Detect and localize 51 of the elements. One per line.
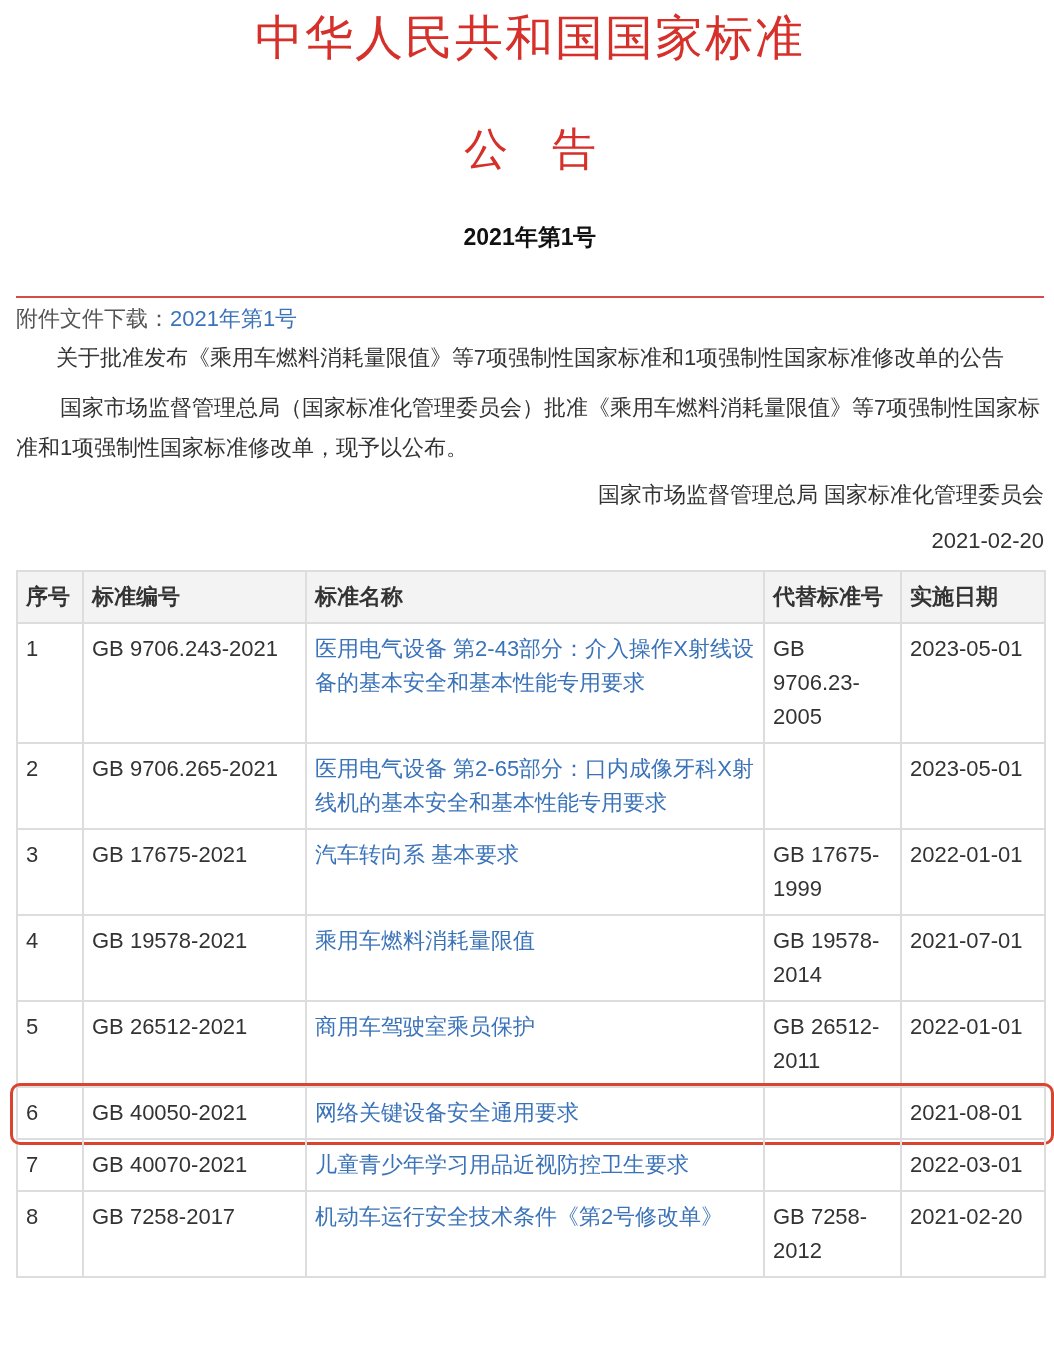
issue-date: 2021-02-20: [930, 527, 1044, 555]
column-header: 标准名称: [307, 572, 765, 624]
table-cell: 7: [18, 1140, 84, 1192]
table-cell: 5: [18, 1002, 84, 1088]
column-header: 序号: [18, 572, 84, 624]
standard-link[interactable]: 乘用车燃料消耗量限值: [315, 924, 755, 958]
table-cell: GB 26512-2011: [765, 1002, 902, 1088]
table-cell: GB 40070-2021: [84, 1140, 307, 1192]
table-cell: 3: [18, 830, 84, 916]
notice-title: 关于批准发布《乘用车燃料消耗量限值》等7项强制性国家标准和1项强制性国家标准修改单的公告: [54, 344, 1006, 372]
column-header: 标准编号: [84, 572, 307, 624]
standard-link[interactable]: 汽车转向系 基本要求: [315, 838, 755, 872]
table-cell: 1: [18, 624, 84, 744]
table-cell: GB 9706.23-2005: [765, 624, 902, 744]
column-header: 代替标准号: [765, 572, 902, 624]
table-cell: GB 9706.265-2021: [84, 744, 307, 830]
table-cell: 2021-08-01: [902, 1088, 1046, 1140]
attachment-label: 附件文件下载：: [16, 305, 170, 333]
standard-link[interactable]: 医用电气设备 第2-43部分：介入操作X射线设备的基本安全和基本性能专用要求: [315, 632, 755, 700]
table-cell: 2023-05-01: [902, 744, 1046, 830]
column-header: 实施日期: [902, 572, 1046, 624]
table-cell: 2021-02-20: [902, 1192, 1046, 1278]
table-cell: 2022-01-01: [902, 1002, 1046, 1088]
table-cell: 2022-03-01: [902, 1140, 1046, 1192]
table-cell: 6: [18, 1088, 84, 1140]
table-cell: GB 19578-2014: [765, 916, 902, 1002]
standard-link[interactable]: 网络关键设备安全通用要求: [315, 1096, 755, 1130]
table-cell: 2: [18, 744, 84, 830]
announcement-heading: 公 告: [463, 124, 597, 176]
standard-link[interactable]: 机动车运行安全技术条件《第2号修改单》: [315, 1200, 755, 1234]
table-cell: 2023-05-01: [902, 624, 1046, 744]
table-cell: GB 7258-2017: [84, 1192, 307, 1278]
table-cell: GB 7258-2012: [765, 1192, 902, 1278]
standard-link[interactable]: 儿童青少年学习用品近视防控卫生要求: [315, 1148, 755, 1182]
page-title: 中华人民共和国国家标准: [254, 10, 806, 66]
standard-link[interactable]: 商用车驾驶室乘员保护: [315, 1010, 755, 1044]
attachment-link[interactable]: 2021年第1号: [170, 302, 298, 336]
table-cell: GB 26512-2021: [84, 1002, 307, 1088]
standard-link[interactable]: 医用电气设备 第2-65部分：口内成像牙科X射线机的基本安全和基本性能专用要求: [315, 752, 755, 820]
announcement-number: 2021年第1号: [462, 223, 598, 252]
table-cell: 2021-07-01: [902, 916, 1046, 1002]
table-cell: 8: [18, 1192, 84, 1278]
table-cell: 4: [18, 916, 84, 1002]
notice-body: 国家市场监督管理总局（国家标准化管理委员会）批准《乘用车燃料消耗量限值》等7项强制性国家标准和1项强制性国家标准修改单，现予以公布。: [16, 394, 1042, 462]
table-cell: GB 40050-2021: [84, 1088, 307, 1140]
table-cell: GB 17675-2021: [84, 830, 307, 916]
table-cell: 2022-01-01: [902, 830, 1046, 916]
issuer-signature: 国家市场监督管理总局 国家标准化管理委员会: [596, 481, 1044, 509]
table-cell: GB 9706.243-2021: [84, 624, 307, 744]
table-cell: GB 17675-1999: [765, 830, 902, 916]
table-cell: GB 19578-2021: [84, 916, 307, 1002]
